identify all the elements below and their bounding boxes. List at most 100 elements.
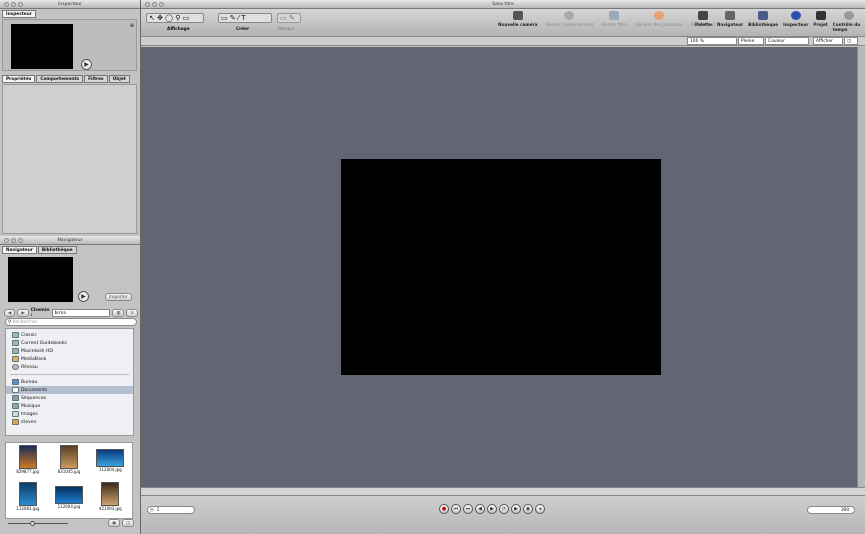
gear-icon (564, 11, 575, 20)
make-particles-button[interactable]: Générer des particules (635, 11, 683, 27)
tab-properties[interactable]: Propriétés (2, 75, 36, 83)
forward-button[interactable]: ▶ (17, 309, 29, 317)
mask-label: Masque (278, 27, 295, 32)
list-item[interactable]: Current Guidebooks (6, 339, 133, 347)
inspector-titlebar[interactable]: Inspecteur (0, 0, 140, 9)
inspector-window: Inspecteur Inspecteur ▶ ⊕ Propriétés Comp… (0, 0, 141, 240)
zoom-select[interactable]: 100 % (687, 37, 737, 45)
canvas-title: Sans titre (492, 1, 514, 7)
grid-view-button[interactable]: ▦ (112, 309, 125, 317)
list-item[interactable]: Séquences (6, 394, 133, 402)
add-filter-button[interactable]: Ajouter filtre (601, 11, 627, 27)
play-button[interactable]: ▶ (487, 504, 497, 514)
tab-object[interactable]: Objet (108, 75, 130, 83)
go-to-start-button[interactable]: ⏮ (451, 504, 461, 514)
list-item[interactable]: MediaBank (6, 355, 133, 363)
thumbnail-view-button[interactable]: ▣ (108, 519, 121, 527)
divider (10, 374, 129, 375)
record-button[interactable]: ● (439, 504, 449, 514)
go-to-end-button[interactable]: ⏭ (463, 504, 473, 514)
mediabank-icon (12, 356, 19, 362)
search-placeholder: Rechercher (12, 319, 38, 325)
tab-behaviors[interactable]: Comportements (36, 75, 84, 83)
end-frame-field[interactable]: 300 (807, 506, 855, 514)
list-item[interactable]: steven (6, 418, 133, 426)
canvas-window: Sans titre ↖ ✥ ◯ ⚲ ▭ ▭ ✎ ⁄ T ▭ ✎ Afficha… (141, 0, 865, 534)
list-item[interactable]: Images (6, 410, 133, 418)
tab-navigator[interactable]: Navigateur (2, 246, 37, 254)
inspector-content (2, 84, 137, 234)
inspector-button[interactable]: Inspecteur (783, 11, 808, 32)
preview-play-button[interactable]: ▶ (81, 59, 92, 70)
channel-select[interactable]: Couleur (765, 37, 809, 45)
new-camera-button[interactable]: Nouvelle caméra (498, 11, 538, 27)
audio-button[interactable]: ◉ (523, 504, 533, 514)
search-input[interactable]: ⚲ Rechercher (5, 318, 137, 326)
next-frame-button[interactable]: ▶ (511, 504, 521, 514)
mask-tools[interactable]: ▭ ✎ (277, 13, 301, 23)
project-button[interactable]: Projet (813, 11, 828, 32)
navigator-icon (725, 11, 736, 20)
timing-button[interactable]: Contrôle du temps (833, 11, 865, 32)
inspector-preview-area: ▶ ⊕ (2, 19, 137, 71)
tab-inspector[interactable]: Inspecteur (2, 10, 36, 18)
previous-frame-button[interactable]: ◀ (475, 504, 485, 514)
canvas-area[interactable] (141, 47, 857, 487)
movies-icon (12, 395, 19, 401)
loop-button[interactable]: ⟳ (499, 504, 509, 514)
resolution-select[interactable]: Pleine (738, 37, 764, 45)
folder-icon (12, 340, 19, 346)
disk-icon (12, 348, 19, 354)
canvas-frame[interactable] (341, 159, 661, 375)
palette-button[interactable]: Palette (695, 11, 712, 32)
frame-icon: ◷ (150, 507, 154, 513)
pin-icon[interactable]: ⊕ (130, 23, 134, 29)
thumbnail-size-slider[interactable] (8, 523, 68, 524)
navigator-play-button[interactable]: ▶ (78, 291, 89, 302)
list-item[interactable]: Classic (6, 331, 133, 339)
vertical-scrollbar[interactable] (857, 47, 865, 487)
display-select[interactable]: Afficher (813, 37, 843, 45)
create-tools[interactable]: ▭ ✎ ⁄ T (218, 13, 272, 23)
home-icon (12, 419, 19, 425)
thumbnail[interactable]: 421093.jpg (91, 481, 130, 517)
slider-knob[interactable] (30, 521, 35, 526)
thumbnail-grid: 829877.jpg 831045.jpg 112004.jpg 112081.… (5, 442, 133, 519)
filter-icon (609, 11, 620, 20)
overlay-button[interactable]: ◫ (844, 37, 858, 45)
add-behavior-button[interactable]: Ajouter comportement (546, 11, 593, 27)
back-button[interactable]: ◀ (4, 309, 16, 317)
navigator-preview (8, 257, 73, 302)
timebar[interactable] (141, 487, 865, 496)
camera-icon (512, 11, 523, 20)
list-item[interactable]: Bureau (6, 378, 133, 386)
list-item[interactable]: Macintosh HD (6, 347, 133, 355)
navigator-titlebar[interactable]: Navigateur (0, 236, 140, 245)
thumbnail[interactable]: 112081.jpg (8, 481, 47, 517)
preview-button[interactable]: ◫ (122, 519, 135, 527)
source-list: Classic Current Guidebooks Macintosh HD … (5, 328, 134, 436)
network-icon (12, 364, 19, 370)
list-item[interactable]: Musique (6, 402, 133, 410)
thumbnail[interactable]: 831045.jpg (49, 445, 88, 480)
view-tools[interactable]: ↖ ✥ ◯ ⚲ ▭ (146, 13, 204, 23)
thumbnail[interactable]: 112004.jpg (91, 445, 130, 480)
tab-library[interactable]: Bibliothèque (37, 246, 77, 254)
thumbnail[interactable]: 829877.jpg (8, 445, 47, 480)
volume-icon[interactable]: ◂ (535, 504, 545, 514)
tab-filters[interactable]: Filtres (84, 75, 108, 83)
thumbnail[interactable]: 112004.jpg (49, 482, 88, 517)
path-select[interactable]: brma (51, 309, 111, 317)
list-view-button[interactable]: ≡ (126, 309, 138, 317)
particles-icon (654, 11, 665, 20)
list-item-selected[interactable]: Documents (6, 386, 133, 394)
navigator-panel-button[interactable]: Navigateur (717, 11, 743, 32)
list-item[interactable]: Réseau (6, 363, 133, 371)
palette-icon (698, 11, 709, 20)
import-button[interactable]: Importer (105, 293, 132, 301)
info-icon (790, 11, 801, 20)
library-button[interactable]: Bibliothèque (748, 11, 778, 32)
current-frame-field[interactable]: ◷ 1 (147, 506, 195, 514)
toolbar: ↖ ✥ ◯ ⚲ ▭ ▭ ✎ ⁄ T ▭ ✎ Affichage Créer Ma… (141, 9, 865, 37)
canvas-titlebar[interactable]: Sans titre (141, 0, 865, 9)
